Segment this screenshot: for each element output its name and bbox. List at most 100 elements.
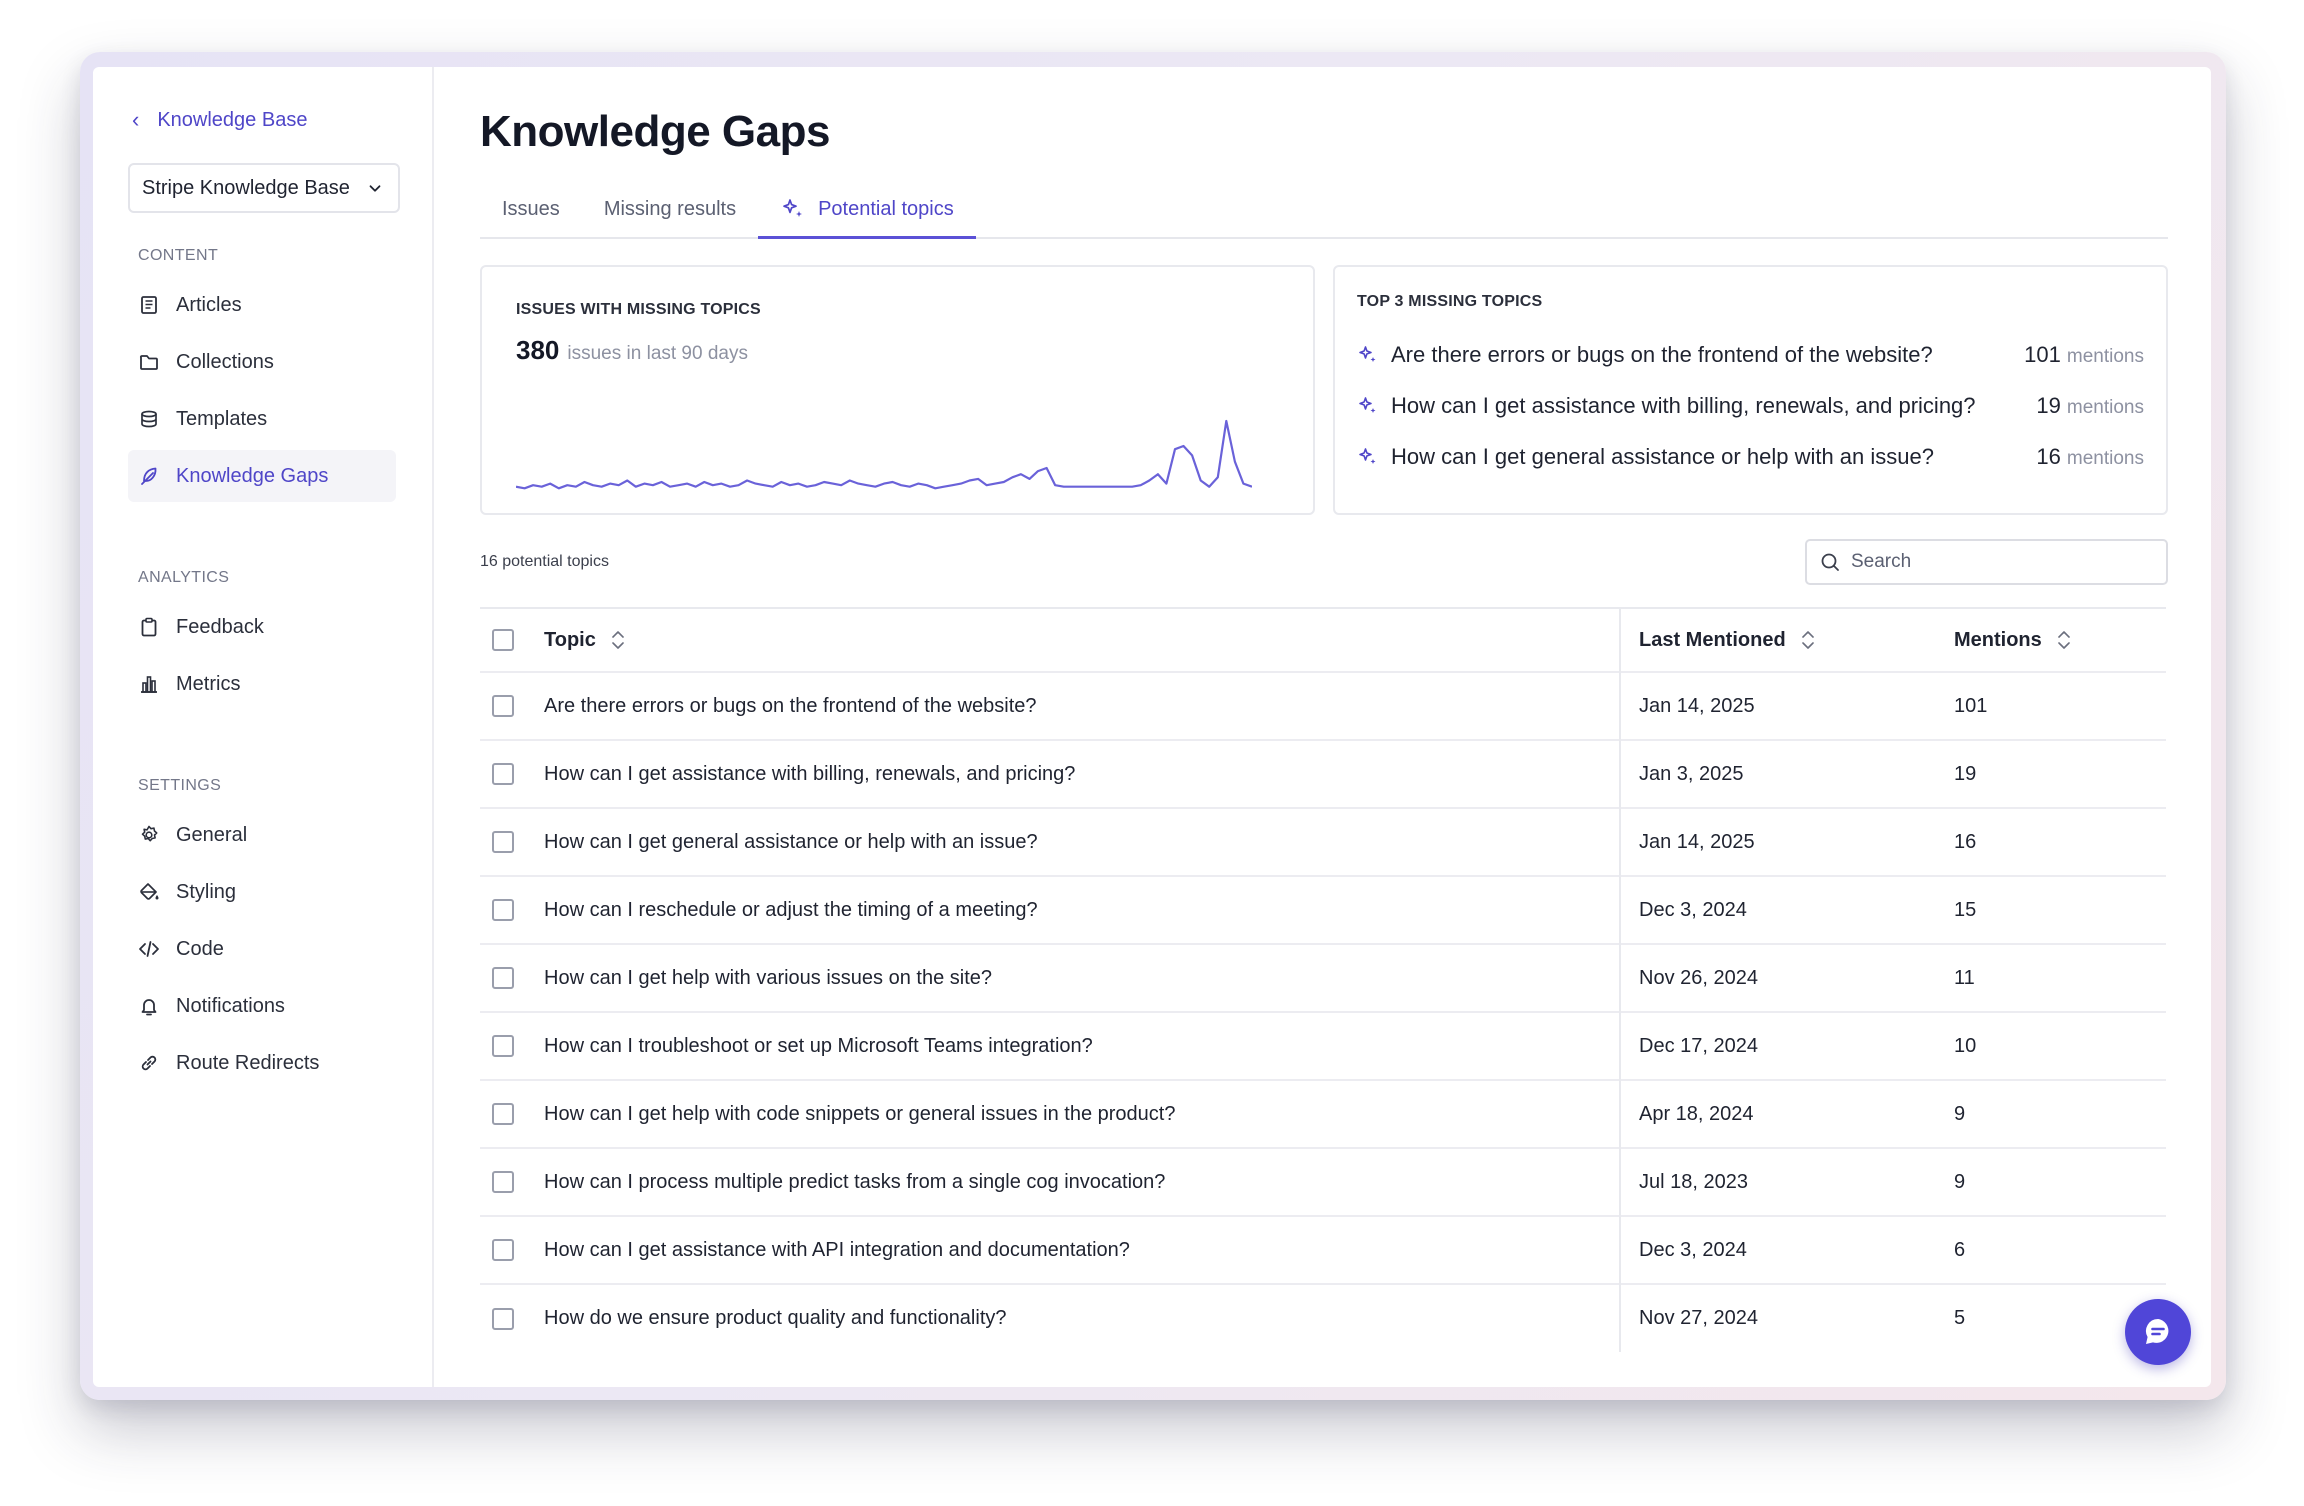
app-window: ‹ Knowledge Base Stripe Knowledge Base C… bbox=[93, 67, 2211, 1387]
knowledge-base-select[interactable]: Stripe Knowledge Base bbox=[128, 163, 400, 213]
feather-icon bbox=[141, 467, 157, 485]
sort-icon bbox=[612, 631, 624, 649]
sidebar-item-templates[interactable]: Templates bbox=[128, 393, 396, 445]
last-mentioned-cell: Nov 27, 2024 bbox=[1639, 1307, 1758, 1329]
row-checkbox[interactable] bbox=[492, 1171, 514, 1194]
table-row[interactable]: How can I get help with code snippets or… bbox=[480, 1080, 2166, 1148]
topic-cell: Are there errors or bugs on the frontend… bbox=[544, 672, 1621, 740]
select-all-checkbox[interactable] bbox=[492, 629, 514, 652]
sort-mentions-header[interactable]: Mentions bbox=[1954, 629, 2072, 652]
sidebar-item-collections[interactable]: Collections bbox=[128, 336, 396, 388]
chat-support-button[interactable] bbox=[2125, 1299, 2191, 1365]
last-mentioned-cell: Apr 18, 2024 bbox=[1639, 1102, 1754, 1125]
chat-bubble-icon bbox=[2145, 1319, 2169, 1344]
topic-cell: How can I process multiple predict tasks… bbox=[544, 1148, 1621, 1216]
sidebar-item-label: Articles bbox=[176, 293, 242, 316]
sidebar-item-label: Code bbox=[176, 937, 224, 960]
row-checkbox[interactable] bbox=[492, 695, 514, 718]
last-mentioned-cell: Jul 18, 2023 bbox=[1639, 1170, 1748, 1193]
topics-table: Topic Last Mentioned Mentions Are there … bbox=[480, 607, 2166, 1352]
top-topic-question: How can I get assistance with billing, r… bbox=[1391, 392, 1976, 418]
row-checkbox[interactable] bbox=[492, 1103, 514, 1126]
sidebar-item-label: Templates bbox=[176, 407, 268, 430]
sidebar-item-notifications[interactable]: Notifications bbox=[128, 980, 396, 1032]
topic-cell: How can I reschedule or adjust the timin… bbox=[544, 876, 1621, 944]
table-row[interactable]: How can I process multiple predict tasks… bbox=[480, 1148, 2166, 1216]
column-header-label: Last Mentioned bbox=[1639, 628, 1786, 651]
sidebar-item-styling[interactable]: Styling bbox=[128, 866, 396, 918]
issues-missing-topics-card: ISSUES WITH MISSING TOPICS 380 issues in… bbox=[480, 265, 1315, 515]
top-topic-count: 16 bbox=[2036, 443, 2061, 469]
search-box[interactable] bbox=[1805, 539, 2168, 585]
sort-topic-header[interactable]: Topic bbox=[544, 629, 626, 652]
sidebar-item-general[interactable]: General bbox=[128, 809, 396, 861]
tab-issues[interactable]: Issues bbox=[480, 181, 582, 237]
sidebar-item-metrics[interactable]: Metrics bbox=[128, 658, 396, 710]
tab-potential-topics[interactable]: Potential topics bbox=[758, 181, 976, 239]
top-topic-item[interactable]: How can I get assistance with billing, r… bbox=[1357, 380, 2144, 431]
sidebar-item-knowledge-gaps[interactable]: Knowledge Gaps bbox=[128, 450, 396, 502]
summary-cards: ISSUES WITH MISSING TOPICS 380 issues in… bbox=[480, 265, 2168, 515]
table-row[interactable]: How can I troubleshoot or set up Microso… bbox=[480, 1012, 2166, 1080]
last-mentioned-cell: Dec 3, 2024 bbox=[1639, 1238, 1747, 1261]
top-topic-question: Are there errors or bugs on the frontend… bbox=[1391, 341, 1933, 367]
topic-cell: How can I get general assistance or help… bbox=[544, 808, 1621, 876]
sidebar-item-label: Route Redirects bbox=[176, 1051, 320, 1074]
table-row[interactable]: How can I get assistance with billing, r… bbox=[480, 740, 2166, 808]
last-mentioned-cell: Jan 3, 2025 bbox=[1639, 762, 1744, 785]
search-icon bbox=[1821, 553, 1839, 571]
mentions-cell: 6 bbox=[1954, 1238, 1966, 1261]
list-toolbar: 16 potential topics bbox=[480, 539, 2168, 585]
sidebar-item-label: Metrics bbox=[176, 672, 241, 695]
top-topic-item[interactable]: Are there errors or bugs on the frontend… bbox=[1357, 329, 2144, 380]
row-checkbox[interactable] bbox=[492, 899, 514, 922]
last-mentioned-cell: Dec 17, 2024 bbox=[1639, 1034, 1758, 1057]
sidebar-item-label: Notifications bbox=[176, 994, 285, 1017]
row-checkbox[interactable] bbox=[492, 967, 514, 990]
top-topic-count: 101 bbox=[2024, 341, 2061, 367]
sidebar-item-route-redirects[interactable]: Route Redirects bbox=[128, 1037, 396, 1089]
sort-icon bbox=[1801, 631, 1814, 649]
topic-cell: How can I get assistance with API integr… bbox=[544, 1216, 1621, 1284]
column-header-label: Topic bbox=[544, 628, 596, 651]
topic-cell: How can I get help with code snippets or… bbox=[544, 1080, 1621, 1148]
issues-count-subtitle: issues in last 90 days bbox=[567, 343, 748, 364]
tab-missing-results[interactable]: Missing results bbox=[582, 181, 758, 237]
table-row[interactable]: How can I reschedule or adjust the timin… bbox=[480, 876, 2166, 944]
top-topics-list: Are there errors or bugs on the frontend… bbox=[1357, 329, 2144, 482]
sidebar-item-articles[interactable]: Articles bbox=[128, 279, 396, 331]
table-row[interactable]: How can I get general assistance or help… bbox=[480, 808, 2166, 876]
row-checkbox[interactable] bbox=[492, 763, 514, 786]
table-row[interactable]: How can I get assistance with API integr… bbox=[480, 1216, 2166, 1284]
tab-label: Potential topics bbox=[818, 197, 954, 220]
mentions-cell: 10 bbox=[1954, 1034, 1977, 1057]
row-checkbox[interactable] bbox=[492, 1035, 514, 1058]
row-checkbox[interactable] bbox=[492, 1239, 514, 1262]
back-to-knowledge-base-link[interactable]: ‹ Knowledge Base bbox=[128, 105, 396, 135]
sparkle-icon bbox=[783, 199, 803, 217]
mentions-cell: 9 bbox=[1954, 1102, 1966, 1125]
table-row[interactable]: How do we ensure product quality and fun… bbox=[480, 1284, 2166, 1352]
mentions-cell: 16 bbox=[1954, 830, 1977, 853]
sidebar-item-code[interactable]: Code bbox=[128, 923, 396, 975]
row-checkbox[interactable] bbox=[492, 831, 514, 854]
search-input[interactable] bbox=[1851, 551, 2151, 573]
last-mentioned-cell: Dec 3, 2024 bbox=[1639, 898, 1747, 921]
table-row[interactable]: Are there errors or bugs on the frontend… bbox=[480, 672, 2166, 740]
top-topic-item[interactable]: How can I get general assistance or help… bbox=[1357, 431, 2144, 482]
topic-cell: How can I get assistance with billing, r… bbox=[544, 740, 1621, 808]
sidebar-item-label: General bbox=[176, 823, 248, 846]
topic-cell: How can I get help with various issues o… bbox=[544, 944, 1621, 1012]
analytics-section-label: ANALYTICS bbox=[138, 569, 230, 586]
top-topic-count: 19 bbox=[2036, 392, 2061, 418]
sort-last-mentioned-header[interactable]: Last Mentioned bbox=[1639, 629, 1816, 652]
templates-stack-icon bbox=[141, 410, 157, 428]
last-mentioned-cell: Jan 14, 2025 bbox=[1639, 830, 1755, 853]
sidebar: ‹ Knowledge Base Stripe Knowledge Base C… bbox=[93, 67, 434, 1387]
table-row[interactable]: How can I get help with various issues o… bbox=[480, 944, 2166, 1012]
card-label: TOP 3 MISSING TOPICS bbox=[1357, 293, 1543, 310]
sidebar-item-feedback[interactable]: Feedback bbox=[128, 601, 396, 653]
mentions-cell: 15 bbox=[1954, 898, 1977, 921]
sort-icon bbox=[2057, 631, 2070, 649]
row-checkbox[interactable] bbox=[492, 1307, 514, 1330]
